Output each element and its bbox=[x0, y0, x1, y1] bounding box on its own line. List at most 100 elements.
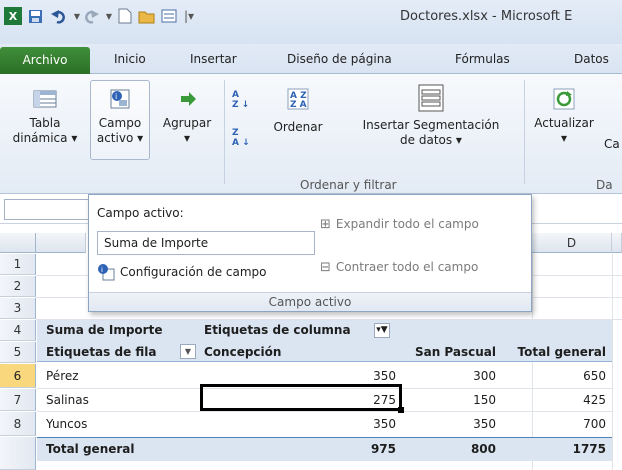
tab-page-layout[interactable]: Diseño de página bbox=[287, 49, 392, 70]
pivot-table-button[interactable]: Tabla dinámica ▾ bbox=[2, 80, 88, 160]
column-header-value[interactable]: San Pascual bbox=[400, 342, 496, 363]
popup-footer: Campo activo bbox=[89, 292, 531, 311]
new-icon[interactable] bbox=[116, 7, 134, 25]
row-header[interactable]: 2 bbox=[0, 276, 36, 297]
row-header[interactable]: 8 bbox=[0, 412, 36, 436]
window-title: Doctores.xlsx - Microsoft E bbox=[400, 9, 573, 24]
grand-total-value[interactable]: 1775 bbox=[500, 437, 606, 458]
pivot-table-icon bbox=[33, 90, 57, 108]
row-header-selected[interactable]: 6 bbox=[0, 364, 36, 388]
grand-total-value[interactable]: 975 bbox=[200, 437, 396, 458]
pivot-values-label[interactable]: Suma de Importe bbox=[46, 320, 162, 341]
tab-formulas[interactable]: Fórmulas bbox=[455, 49, 510, 70]
truncated-button-label[interactable]: Ca bbox=[604, 137, 620, 151]
expand-icon: ⊞ bbox=[320, 216, 331, 232]
dropdown-icon[interactable]: ▼ bbox=[180, 344, 196, 359]
row-header[interactable]: 1 bbox=[0, 254, 36, 275]
sort-az-icon[interactable]: AZ ↓ bbox=[232, 90, 254, 112]
value-cell[interactable]: 425 bbox=[500, 389, 606, 410]
svg-text:i: i bbox=[115, 92, 117, 101]
row-label[interactable]: Yuncos bbox=[46, 412, 87, 433]
customize-icon[interactable]: |▾ bbox=[180, 7, 198, 25]
row-label[interactable]: Salinas bbox=[46, 389, 89, 410]
column-header[interactable] bbox=[612, 233, 622, 253]
value-cell[interactable]: 650 bbox=[500, 364, 606, 385]
active-field-label-1: Campo bbox=[98, 116, 142, 130]
sort-icon: A ZZ A bbox=[287, 88, 309, 110]
expand-field-button[interactable]: ⊞ Expandir todo el campo bbox=[320, 214, 479, 234]
pivot-table-label-2: dinámica ▾ bbox=[12, 131, 78, 145]
active-field-input[interactable]: Suma de Importe bbox=[97, 231, 315, 255]
pivot-row-labels[interactable]: Etiquetas de fila bbox=[46, 342, 156, 363]
undo-icon[interactable] bbox=[50, 7, 68, 25]
column-header-value[interactable]: Total general bbox=[500, 342, 607, 363]
excel-icon[interactable]: X bbox=[4, 7, 22, 25]
group-icon bbox=[181, 92, 196, 106]
name-box[interactable] bbox=[4, 199, 90, 220]
popup-heading: Campo activo: bbox=[97, 206, 184, 220]
tab-home[interactable]: Inicio bbox=[114, 49, 146, 70]
pivot-column-labels[interactable]: Etiquetas de columna bbox=[204, 320, 351, 341]
field-settings-icon: i bbox=[98, 264, 115, 281]
active-field-label-2: activo ▾ bbox=[96, 131, 144, 145]
pivot-table-label-1: Tabla bbox=[29, 116, 61, 130]
refresh-button[interactable]: Actualizar ▾ bbox=[528, 80, 600, 160]
active-cell-border[interactable] bbox=[200, 384, 402, 411]
value-cell[interactable]: 350 bbox=[200, 364, 396, 385]
tab-data[interactable]: Datos bbox=[574, 49, 609, 70]
svg-text:Z A: Z A bbox=[290, 100, 307, 110]
grand-total-label[interactable]: Total general bbox=[46, 437, 135, 458]
refresh-label-1: Actualizar bbox=[534, 116, 594, 130]
gridline bbox=[612, 254, 613, 470]
slicer-icon bbox=[418, 84, 444, 112]
row-header[interactable]: 5 bbox=[0, 342, 36, 363]
grand-total-value[interactable]: 800 bbox=[400, 437, 496, 458]
value-cell[interactable]: 350 bbox=[200, 412, 396, 433]
value-cell[interactable]: 300 bbox=[400, 364, 496, 385]
tab-file[interactable]: Archivo bbox=[0, 47, 90, 74]
fill-handle[interactable] bbox=[398, 407, 404, 413]
expand-label: Expandir todo el campo bbox=[335, 217, 479, 231]
ribbon-separator bbox=[224, 80, 225, 184]
collapse-field-button[interactable]: ⊟ Contraer todo el campo bbox=[320, 257, 478, 277]
field-settings-label: Configuración de campo bbox=[120, 265, 267, 279]
value-cell[interactable]: 700 bbox=[500, 412, 606, 433]
value-cell[interactable]: 150 bbox=[400, 389, 496, 410]
sort-label: Ordenar bbox=[273, 120, 323, 134]
slicer-label-1: Insertar Segmentación bbox=[362, 118, 500, 132]
form-icon[interactable] bbox=[160, 7, 178, 25]
ribbon-separator bbox=[524, 80, 525, 184]
row-label[interactable]: Pérez bbox=[46, 364, 79, 385]
row-header[interactable]: 4 bbox=[0, 320, 36, 341]
row-header[interactable]: 7 bbox=[0, 389, 36, 411]
svg-text:i: i bbox=[101, 266, 103, 274]
row-header[interactable]: 3 bbox=[0, 298, 36, 319]
group-label-2: ▾ bbox=[183, 131, 191, 145]
group-button[interactable]: Agrupar ▾ bbox=[154, 80, 220, 160]
save-icon[interactable] bbox=[26, 7, 44, 25]
filter-icon[interactable]: ▾▼ bbox=[374, 323, 390, 338]
collapse-label: Contraer todo el campo bbox=[335, 260, 479, 274]
refresh-icon bbox=[553, 88, 575, 110]
sort-za-icon[interactable]: ZA ↓ bbox=[232, 128, 254, 150]
row-header[interactable] bbox=[0, 437, 36, 470]
tab-insert[interactable]: Insertar bbox=[190, 49, 237, 70]
ribbon-group-label-data: Da bbox=[596, 178, 613, 192]
slicer-label-2: de datos ▾ bbox=[400, 133, 462, 147]
refresh-label-2: ▾ bbox=[560, 131, 568, 145]
ribbon-group-label-sort: Ordenar y filtrar bbox=[300, 178, 397, 192]
active-field-button[interactable]: i Campo activo ▾ bbox=[90, 80, 150, 160]
field-settings-button[interactable]: i Configuración de campo bbox=[97, 262, 267, 282]
insert-slicer-button[interactable]: Insertar Segmentación de datos ▾ bbox=[340, 80, 522, 160]
redo-icon[interactable] bbox=[82, 7, 100, 25]
sort-button[interactable]: A ZZ A Ordenar bbox=[258, 80, 338, 160]
open-folder-icon[interactable] bbox=[138, 7, 156, 25]
group-label-1: Agrupar bbox=[162, 116, 212, 130]
column-header-d[interactable]: D bbox=[532, 233, 612, 253]
collapse-icon: ⊟ bbox=[320, 259, 331, 275]
value-cell[interactable]: 350 bbox=[400, 412, 496, 433]
column-header[interactable] bbox=[36, 233, 86, 253]
column-header-value[interactable]: Concepción bbox=[204, 342, 281, 363]
select-all-corner[interactable] bbox=[0, 233, 36, 253]
active-field-icon: i bbox=[110, 89, 130, 109]
